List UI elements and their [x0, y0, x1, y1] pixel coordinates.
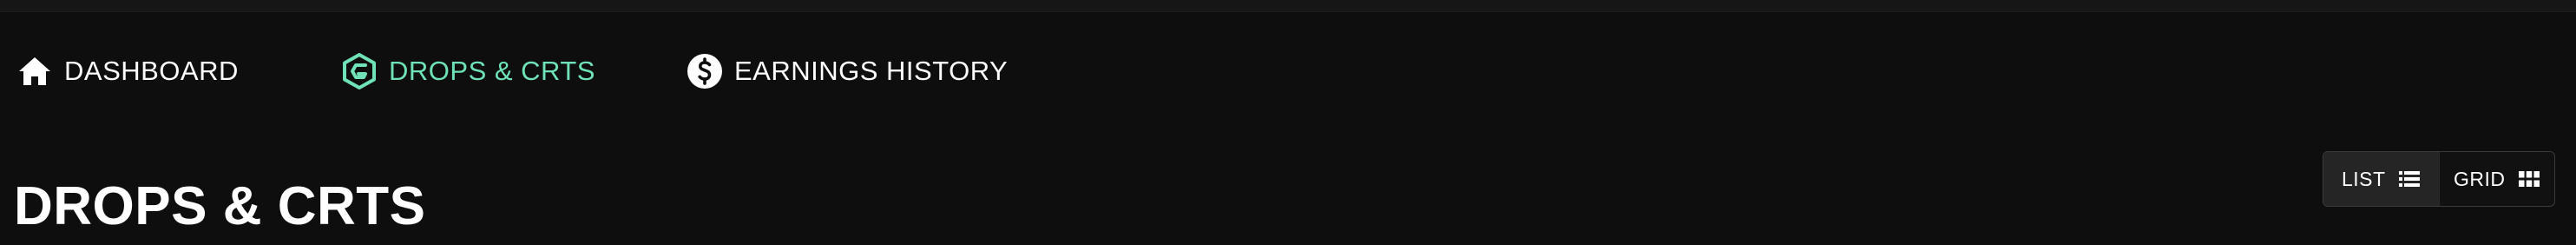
main-nav: DASHBOARD DROPS & CRTS EARNINGS HISTORY	[0, 43, 1215, 99]
list-view-button[interactable]: LIST	[2323, 152, 2439, 206]
grid-view-button[interactable]: GRID	[2438, 152, 2555, 206]
dollar-circle-icon	[686, 52, 724, 90]
grid-icon	[2518, 169, 2540, 189]
nav-item-drops[interactable]: DROPS & CRTS	[340, 43, 595, 99]
nav-item-label: EARNINGS HISTORY	[734, 56, 1009, 86]
drops-logo-icon	[340, 52, 378, 90]
home-icon	[16, 52, 54, 90]
list-view-label: LIST	[2341, 167, 2386, 190]
nav-item-earnings-history[interactable]: EARNINGS HISTORY	[686, 43, 1008, 99]
list-icon	[2398, 169, 2421, 189]
view-toggle: LIST GRID	[2323, 151, 2555, 207]
nav-item-dashboard[interactable]: DASHBOARD	[16, 43, 239, 99]
nav-item-label: DASHBOARD	[64, 56, 239, 86]
nav-item-label: DROPS & CRTS	[389, 56, 595, 86]
top-bar	[0, 0, 2576, 12]
grid-view-label: GRID	[2454, 167, 2506, 190]
page-title: DROPS & CRTS	[14, 175, 426, 236]
